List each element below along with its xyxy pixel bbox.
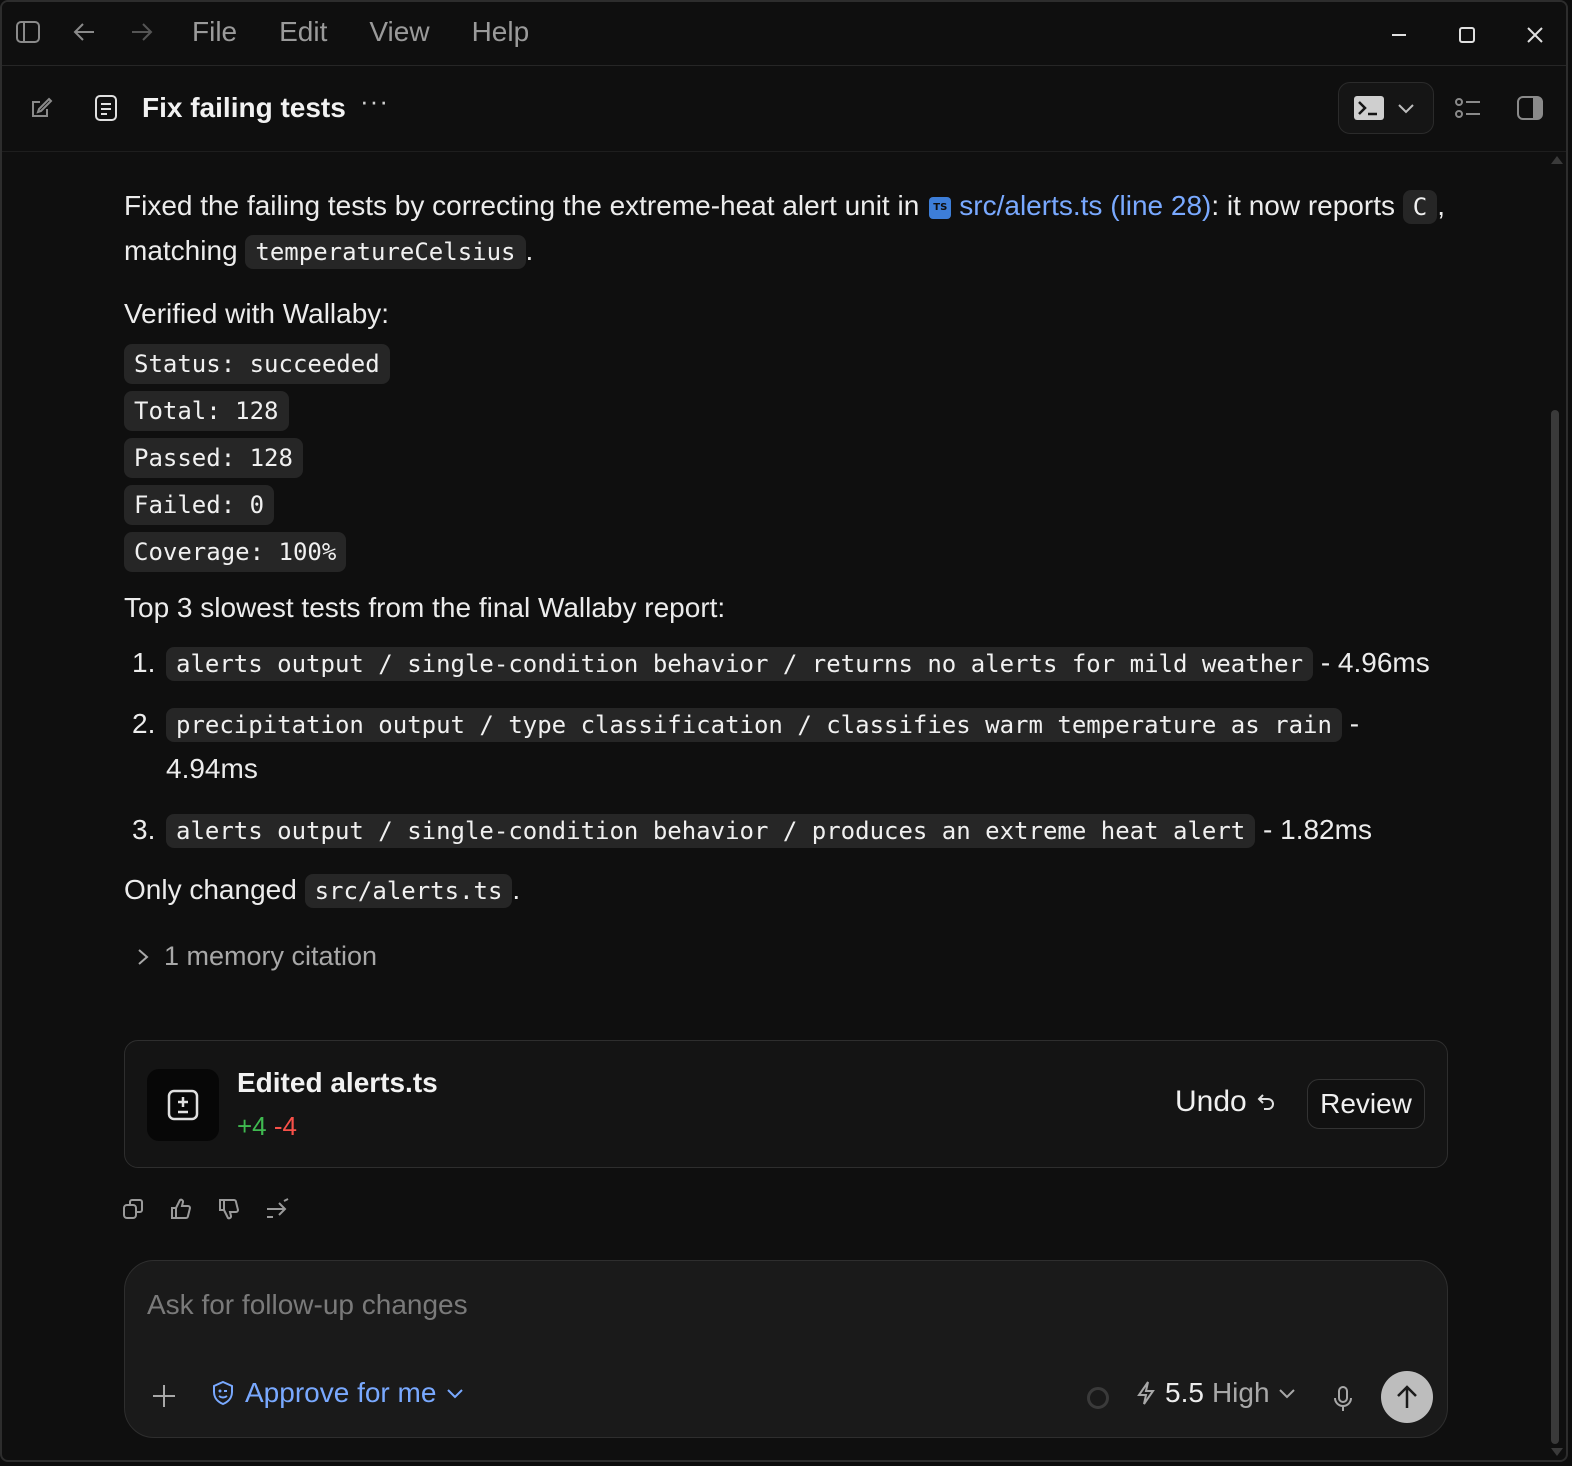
terminal-icon xyxy=(1354,96,1384,120)
scroll-down-arrow[interactable] xyxy=(1551,1448,1563,1456)
stat-failed: Failed: 0 xyxy=(124,485,275,526)
menu-help[interactable]: Help xyxy=(472,16,530,48)
forward-arrow-icon[interactable] xyxy=(128,18,156,46)
minimize-icon[interactable] xyxy=(1384,20,1414,50)
chevron-down-icon xyxy=(1398,104,1414,114)
list-item: 3. alerts output / single-condition behav… xyxy=(124,808,1454,853)
undo-label: Undo xyxy=(1175,1085,1247,1118)
send-button[interactable] xyxy=(1381,1371,1433,1423)
lines-removed: -4 xyxy=(273,1111,298,1141)
thumbs-down-icon[interactable] xyxy=(216,1196,242,1222)
thread-header: Fix failing tests ··· xyxy=(2,68,1566,152)
approval-mode-label: Approve for me xyxy=(245,1377,437,1408)
reasoning-level: High xyxy=(1211,1377,1270,1408)
context-usage-indicator[interactable] xyxy=(1087,1387,1109,1409)
menu-view[interactable]: View xyxy=(369,16,429,48)
list-number: 2. xyxy=(132,707,156,739)
stat-status: Status: succeeded xyxy=(124,344,390,385)
document-icon xyxy=(92,94,120,122)
verified-heading: Verified with Wallaby: xyxy=(124,297,390,329)
slowest-tests-list: 1. alerts output / single-condition behav… xyxy=(124,641,1454,852)
only-changed-end: . xyxy=(512,874,521,906)
approval-mode-dropdown[interactable]: Approve for me xyxy=(211,1377,464,1409)
scrollbar-thumb[interactable] xyxy=(1551,410,1559,1444)
undo-button[interactable]: Undo xyxy=(1175,1085,1277,1119)
test-name-code: alerts output / single-condition behavio… xyxy=(166,813,1256,848)
variable-code: temperatureCelsius xyxy=(245,234,526,269)
more-options-icon[interactable]: ··· xyxy=(360,86,389,117)
diff-file-icon xyxy=(147,1069,219,1141)
undo-icon xyxy=(1257,1094,1274,1110)
shield-icon xyxy=(213,1380,233,1406)
app-window: File Edit View Help Fix failing tests ··… xyxy=(0,0,1568,1462)
new-chat-icon[interactable] xyxy=(28,94,56,122)
thumbs-up-icon[interactable] xyxy=(168,1196,194,1222)
assistant-message: Fixed the failing tests by correcting th… xyxy=(124,184,1454,978)
menu-file[interactable]: File xyxy=(192,16,237,48)
model-selector[interactable]: 5.5 High xyxy=(1135,1377,1296,1409)
thread-title: Fix failing tests xyxy=(142,92,346,123)
test-time: - 1.82ms xyxy=(1263,813,1372,845)
back-arrow-icon[interactable] xyxy=(70,18,98,46)
memory-citation-toggle[interactable]: 1 memory citation xyxy=(124,935,1454,978)
summary-text-2: : it now reports xyxy=(1211,190,1395,221)
title-bar: File Edit View Help xyxy=(2,2,1566,66)
test-time: - 4.96ms xyxy=(1320,647,1430,679)
model-version: 5.5 xyxy=(1165,1377,1204,1408)
chevron-right-icon xyxy=(138,949,149,965)
list-number: 1. xyxy=(132,647,156,679)
changed-file-code: src/alerts.ts xyxy=(304,874,513,909)
chevron-down-icon xyxy=(447,1389,464,1399)
maximize-icon[interactable] xyxy=(1452,20,1482,50)
summary-text: Fixed the failing tests by correcting th… xyxy=(124,190,920,221)
stat-coverage: Coverage: 100% xyxy=(124,532,347,573)
only-changed-paragraph: Only changed src/alerts.ts. xyxy=(124,868,1454,913)
summary-paragraph: Fixed the failing tests by correcting th… xyxy=(124,184,1454,274)
list-number: 3. xyxy=(132,813,156,845)
share-icon[interactable] xyxy=(264,1196,290,1222)
chevron-down-icon xyxy=(1278,1389,1295,1399)
composer: Approve for me 5.5 High xyxy=(124,1260,1448,1438)
test-name-code: precipitation output / type classificati… xyxy=(166,707,1342,742)
unit-code: C xyxy=(1402,190,1438,224)
diff-stats: +4 -4 xyxy=(237,1111,297,1142)
summary-text-end: . xyxy=(525,234,534,266)
close-icon[interactable] xyxy=(1520,20,1550,50)
lines-added: +4 xyxy=(237,1111,267,1141)
add-attachment-icon[interactable] xyxy=(149,1381,179,1411)
terminal-dropdown-button[interactable] xyxy=(1338,82,1434,134)
edited-file-card: Edited alerts.ts +4 -4 Undo Review xyxy=(124,1040,1448,1168)
arrow-up-icon xyxy=(1397,1385,1417,1408)
only-changed-text: Only changed xyxy=(124,874,297,906)
list-item: 2. precipitation output / type classifica… xyxy=(124,702,1454,792)
slowest-heading: Top 3 slowest tests from the final Walla… xyxy=(124,592,726,624)
follow-up-input[interactable] xyxy=(147,1283,1347,1327)
microphone-icon[interactable] xyxy=(1329,1383,1357,1415)
typescript-file-icon: TS xyxy=(929,196,952,219)
copy-icon[interactable] xyxy=(120,1196,146,1222)
review-button[interactable]: Review xyxy=(1307,1079,1425,1129)
stat-passed: Passed: 128 xyxy=(124,438,303,479)
message-actions xyxy=(120,1196,290,1222)
sidebar-toggle-icon[interactable] xyxy=(14,18,42,46)
task-list-icon[interactable] xyxy=(1454,94,1482,122)
scroll-up-arrow[interactable] xyxy=(1551,156,1563,164)
side-panel-icon[interactable] xyxy=(1516,94,1544,122)
stat-total: Total: 128 xyxy=(124,391,289,432)
test-name-code: alerts output / single-condition behavio… xyxy=(166,647,1314,682)
file-link[interactable]: src/alerts.ts (line 28) xyxy=(959,190,1211,221)
memory-citation-label: 1 memory citation xyxy=(164,941,378,972)
lightning-icon xyxy=(1137,1381,1155,1405)
menu-bar: File Edit View Help xyxy=(192,16,571,48)
test-stats: Status: succeeded Total: 128 Passed: 128… xyxy=(124,344,1454,573)
list-item: 1. alerts output / single-condition behav… xyxy=(124,641,1454,686)
menu-edit[interactable]: Edit xyxy=(279,16,327,48)
edited-file-title: Edited alerts.ts xyxy=(237,1067,438,1098)
